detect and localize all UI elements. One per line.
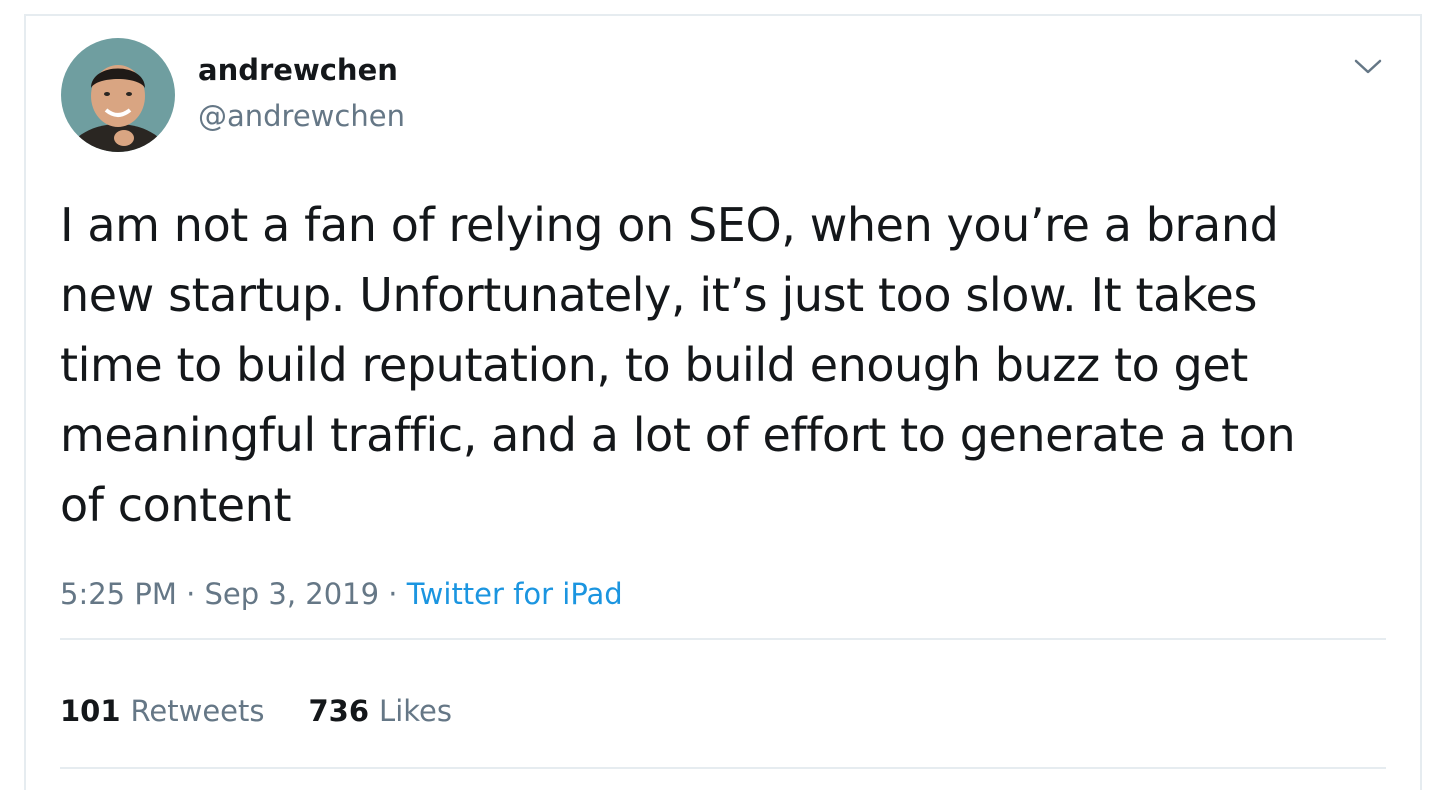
- chevron-down-icon[interactable]: [1348, 50, 1388, 84]
- likes-stat[interactable]: 736 Likes: [309, 691, 452, 731]
- tweet-text: I am not a fan of relying on SEO, when y…: [60, 190, 1380, 540]
- avatar[interactable]: [61, 38, 175, 152]
- retweets-label: Retweets: [130, 694, 265, 728]
- tweet-text-line: I am not a fan of relying on SEO, when y…: [60, 198, 1279, 252]
- tweet-time[interactable]: 5:25 PM: [60, 577, 177, 611]
- tweet-stats: 101 Retweets 736 Likes: [60, 691, 452, 731]
- avatar-image: [61, 38, 175, 152]
- meta-separator: ·: [176, 577, 205, 611]
- author-display-name[interactable]: andrewchen: [198, 50, 398, 90]
- meta-separator: ·: [379, 577, 407, 611]
- divider: [60, 638, 1386, 640]
- tweet-date[interactable]: Sep 3, 2019: [205, 577, 380, 611]
- retweets-count: 101: [60, 694, 121, 728]
- tweet-meta: 5:25 PM · Sep 3, 2019 · Twitter for iPad: [60, 574, 623, 614]
- tweet-text-line: new startup. Unfortunately, it’s just to…: [60, 268, 1258, 322]
- tweet-text-line: meaningful traffic, and a lot of effort …: [60, 408, 1296, 462]
- author-handle[interactable]: @andrewchen: [198, 96, 405, 136]
- likes-label: Likes: [379, 694, 452, 728]
- divider: [60, 767, 1386, 769]
- tweet-text-line: of content: [60, 478, 292, 532]
- tweet-source-link[interactable]: Twitter for iPad: [407, 577, 623, 611]
- retweets-stat[interactable]: 101 Retweets: [60, 691, 265, 731]
- tweet-text-line: time to build reputation, to build enoug…: [60, 338, 1248, 392]
- likes-count: 736: [308, 694, 370, 728]
